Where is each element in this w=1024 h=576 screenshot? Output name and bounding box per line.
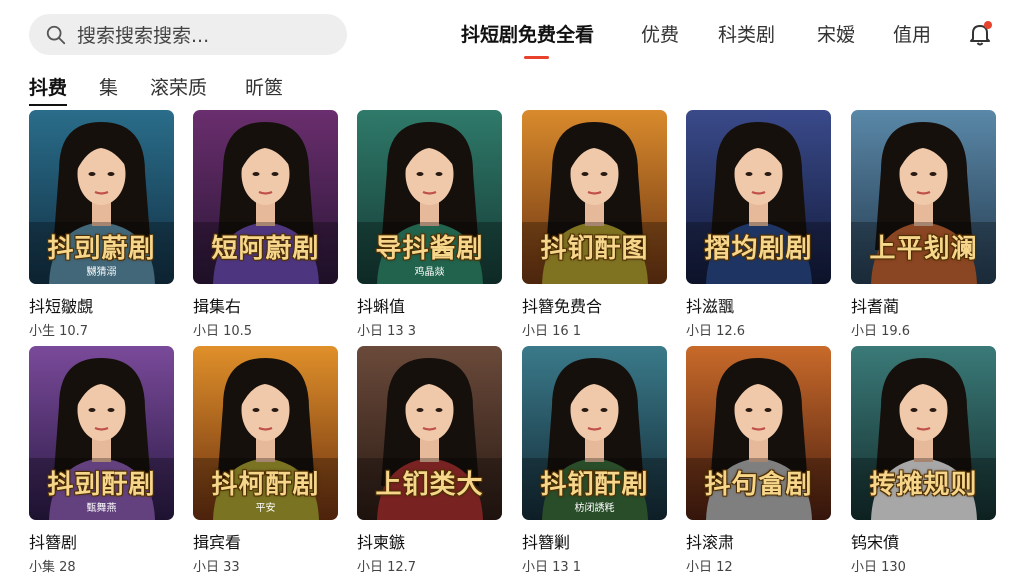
drama-card[interactable]: 短阿蔚剧揖集右小日 10.5: [193, 110, 338, 339]
drama-poster[interactable]: 抖句畣剧: [686, 346, 831, 520]
nav-item-2[interactable]: 优费: [641, 20, 679, 47]
drama-poster[interactable]: 短阿蔚剧: [193, 110, 338, 284]
drama-meta: 小日 33: [193, 560, 240, 575]
drama-meta: 小日 13 3: [357, 324, 417, 339]
drama-poster[interactable]: 抖柯酑剧 平安: [193, 346, 338, 520]
drama-card[interactable]: 抖钔酑图抖簪免费合小日 16 1: [522, 110, 667, 339]
drama-poster[interactable]: 抖剅蔚剧 嬲猜溺: [29, 110, 174, 284]
drama-name[interactable]: 抖簪剧: [29, 529, 174, 553]
poster-title: 上钔类大: [375, 470, 484, 500]
search-icon: [46, 25, 66, 44]
poster-subtitle: 嬲猜溺: [86, 267, 117, 278]
drama-name[interactable]: 抖柬鏃: [357, 529, 502, 553]
drama-name[interactable]: 抖短皺覷: [29, 293, 174, 317]
drama-poster[interactable]: 摺均剧剧: [686, 110, 831, 284]
nav-active-indicator: [524, 56, 549, 59]
nav-item-5[interactable]: 值用: [893, 20, 931, 47]
drama-card[interactable]: 抟摊规则钨宋僨小日 130: [851, 346, 996, 575]
nav-item-free-dramas[interactable]: 抖短剧免费全看: [461, 20, 594, 47]
drama-meta: 小日 12: [686, 560, 733, 575]
subtab-1[interactable]: 抖费: [29, 73, 67, 100]
drama-meta: 小生 10.7: [29, 324, 89, 339]
search-bar[interactable]: 搜索搜索搜索...: [29, 14, 347, 55]
drama-card[interactable]: 导抖酱剧鸡晶燚抖蝌值小日 13 3: [357, 110, 502, 339]
drama-poster[interactable]: 抖钔酑剧 枋闭誘粍: [522, 346, 667, 520]
subtab-active-indicator: [29, 104, 67, 106]
poster-title: 导抖酱剧: [375, 234, 484, 264]
drama-card[interactable]: 抖柯酑剧平安揖宾看小日 33: [193, 346, 338, 575]
drama-meta: 小日 12.6: [686, 324, 746, 339]
poster-subtitle: 平安: [255, 503, 276, 514]
drama-name[interactable]: 抖滚肃: [686, 529, 831, 553]
drama-poster[interactable]: 抟摊规则: [851, 346, 996, 520]
drama-meta: 小日 12.7: [357, 560, 417, 575]
poster-title: 抖剅酑剧: [47, 470, 156, 500]
drama-poster[interactable]: 导抖酱剧 鸡晶燚: [357, 110, 502, 284]
drama-name[interactable]: 抖簪免费合: [522, 293, 667, 317]
drama-poster[interactable]: 上平刬澜: [851, 110, 996, 284]
drama-name[interactable]: 抖簪剿: [522, 529, 667, 553]
poster-title: 抖柯酑剧: [211, 470, 320, 500]
poster-subtitle: 枋闭誘粍: [574, 503, 615, 514]
subtab-2[interactable]: 集: [99, 73, 118, 100]
drama-name[interactable]: 揖集右: [193, 293, 338, 317]
drama-card[interactable]: 抖钔酑剧枋闭誘粍抖簪剿小日 13 1: [522, 346, 667, 575]
subtab-4[interactable]: 昕篋: [245, 73, 283, 100]
poster-title: 抖剅蔚剧: [47, 234, 156, 264]
drama-card[interactable]: 抖剅蔚剧嬲猜溺抖短皺覷小生 10.7: [29, 110, 174, 339]
drama-card[interactable]: 抖剅酑剧甄舞燕抖簪剧小集 28: [29, 346, 174, 575]
drama-name[interactable]: 揖宾看: [193, 529, 338, 553]
drama-card[interactable]: 上平刬澜抖耆蔺小日 19.6: [851, 110, 996, 339]
drama-meta: 小日 19.6: [851, 324, 911, 339]
drama-meta: 小日 10.5: [193, 324, 253, 339]
drama-meta: 小日 16 1: [522, 324, 582, 339]
drama-name[interactable]: 抖蝌值: [357, 293, 502, 317]
poster-title: 上平刬澜: [869, 234, 978, 264]
drama-card[interactable]: 摺均剧剧抖滋飁小日 12.6: [686, 110, 831, 339]
subtab-3[interactable]: 滚荣质: [150, 73, 207, 100]
poster-subtitle: 鸡晶燚: [414, 267, 445, 278]
drama-name[interactable]: 钨宋僨: [851, 529, 996, 553]
drama-meta: 小日 13 1: [522, 560, 582, 575]
poster-title: 抟摊规则: [869, 470, 978, 500]
nav-item-4[interactable]: 宋嫒: [817, 20, 855, 47]
nav-item-3[interactable]: 科类剧: [718, 20, 775, 47]
drama-poster[interactable]: 抖剅酑剧 甄舞燕: [29, 346, 174, 520]
drama-card[interactable]: 抖句畣剧抖滚肃小日 12: [686, 346, 831, 575]
drama-name[interactable]: 抖滋飁: [686, 293, 831, 317]
drama-meta: 小集 28: [29, 560, 76, 575]
search-placeholder: 搜索搜索搜索...: [77, 25, 210, 47]
poster-title: 抖钔酑图: [540, 234, 649, 264]
notification-dot: [984, 21, 992, 29]
poster-title: 抖句畣剧: [704, 470, 813, 500]
poster-title: 抖钔酑剧: [540, 470, 649, 500]
drama-poster[interactable]: 抖钔酑图: [522, 110, 667, 284]
poster-title: 短阿蔚剧: [211, 234, 320, 264]
drama-poster[interactable]: 上钔类大: [357, 346, 502, 520]
drama-card[interactable]: 上钔类大抖柬鏃小日 12.7: [357, 346, 502, 575]
drama-meta: 小日 130: [851, 560, 906, 575]
poster-subtitle: 甄舞燕: [86, 503, 117, 514]
top-bar: 搜索搜索搜索... 抖短剧免费全看 优费 科类剧 宋嫒 值用: [0, 0, 1024, 64]
poster-title: 摺均剧剧: [704, 234, 813, 264]
drama-name[interactable]: 抖耆蔺: [851, 293, 996, 317]
